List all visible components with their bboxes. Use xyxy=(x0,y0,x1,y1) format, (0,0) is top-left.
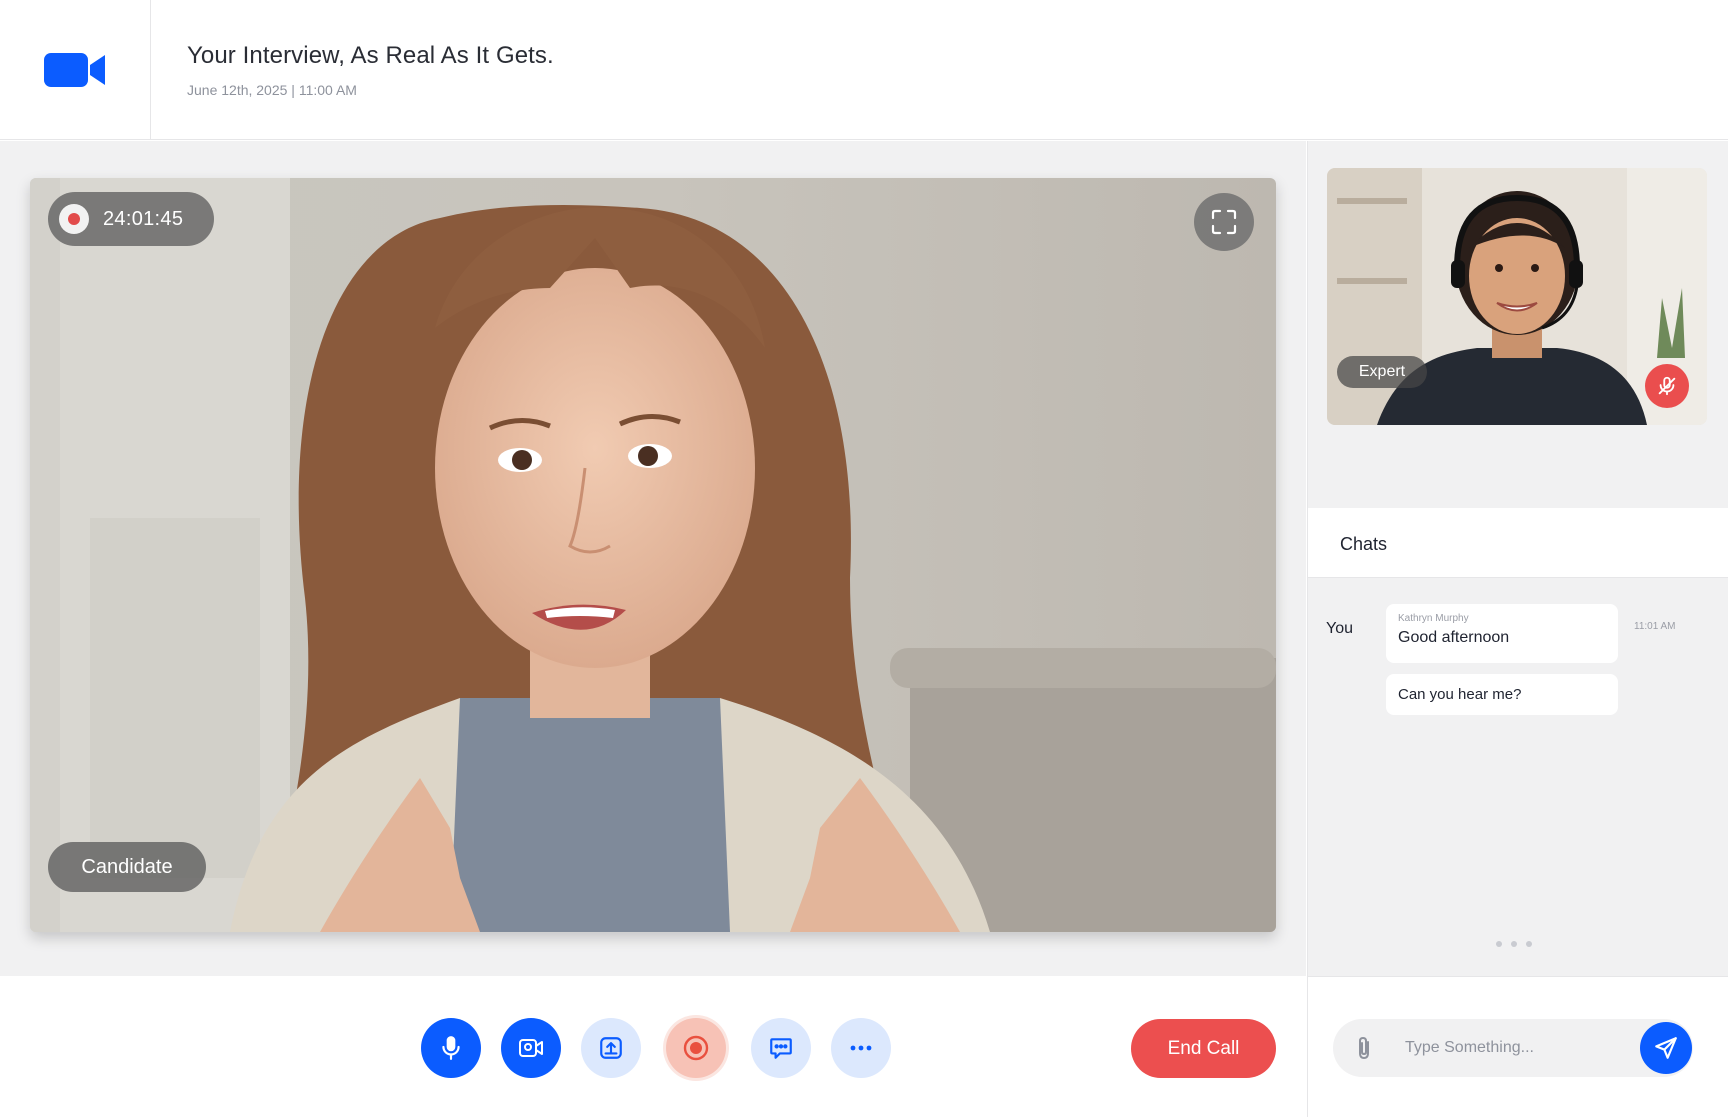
upload-icon xyxy=(600,1037,622,1059)
record-button[interactable] xyxy=(666,1018,726,1078)
call-timer: 24:01:45 xyxy=(103,207,184,230)
recording-timer: 24:01:45 xyxy=(48,192,214,246)
side-panel: Expert Chats You Kathryn Murphy Good aft… xyxy=(1307,141,1728,1117)
page-title: Your Interview, As Real As It Gets. xyxy=(187,42,554,69)
chat-bubble-icon xyxy=(770,1038,792,1059)
expert-video: Expert xyxy=(1327,168,1707,425)
chat-button[interactable] xyxy=(751,1018,811,1078)
send-button[interactable] xyxy=(1640,1022,1692,1074)
send-icon xyxy=(1655,1037,1677,1059)
microphone-icon xyxy=(442,1036,460,1060)
record-dot-icon xyxy=(59,204,89,234)
fullscreen-button[interactable] xyxy=(1194,193,1254,251)
typing-indicator xyxy=(1496,941,1532,947)
call-controls: End Call xyxy=(0,976,1306,1117)
expert-label: Expert xyxy=(1337,356,1427,388)
more-dots-icon xyxy=(850,1045,872,1051)
video-stage: 24:01:45 Candidate xyxy=(0,141,1306,976)
mic-off-icon xyxy=(1658,376,1676,396)
paperclip-icon[interactable] xyxy=(1353,1034,1375,1062)
video-camera-icon xyxy=(44,53,105,87)
chats-header: Chats xyxy=(1308,508,1728,578)
message-input-container xyxy=(1333,1019,1693,1077)
share-screen-button[interactable] xyxy=(581,1018,641,1078)
header-bar: Your Interview, As Real As It Gets. June… xyxy=(0,0,1728,140)
candidate-label: Candidate xyxy=(48,842,206,892)
fullscreen-icon xyxy=(1211,209,1237,235)
logo xyxy=(0,0,151,140)
record-icon xyxy=(683,1035,709,1061)
meeting-datetime: June 12th, 2025 | 11:00 AM xyxy=(187,82,357,98)
chat-sender-name: Kathryn Murphy xyxy=(1398,613,1469,624)
chat-message: Can you hear me? xyxy=(1386,674,1618,715)
chat-author-you: You xyxy=(1326,620,1353,637)
chat-message-text: Good afternoon xyxy=(1398,629,1510,646)
chat-message: Kathryn Murphy Good afternoon xyxy=(1386,604,1618,663)
chat-message-text: Can you hear me? xyxy=(1398,686,1522,703)
message-input[interactable] xyxy=(1405,1031,1605,1065)
microphone-button[interactable] xyxy=(421,1018,481,1078)
candidate-video: 24:01:45 Candidate xyxy=(30,178,1276,932)
camera-button[interactable] xyxy=(501,1018,561,1078)
video-camera-icon xyxy=(519,1039,543,1057)
expert-muted-indicator xyxy=(1645,364,1689,408)
chat-timestamp: 11:01 AM xyxy=(1634,621,1676,632)
end-call-button[interactable]: End Call xyxy=(1131,1019,1276,1078)
more-options-button[interactable] xyxy=(831,1018,891,1078)
candidate-video-feed xyxy=(30,178,1276,932)
chats-title: Chats xyxy=(1340,534,1388,554)
